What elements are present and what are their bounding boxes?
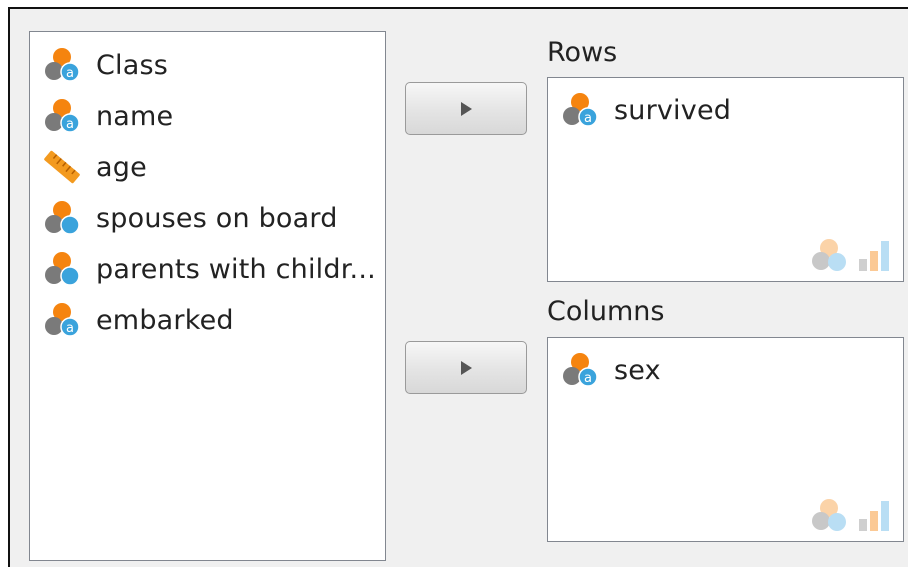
- columns-label: Columns: [547, 296, 665, 327]
- rows-list[interactable]: a survived: [547, 77, 904, 282]
- list-item[interactable]: a Class: [42, 45, 168, 85]
- numeric-bars-icon: [859, 241, 889, 271]
- list-item[interactable]: a sex: [560, 350, 661, 390]
- categorical-numeric-icon: [45, 252, 80, 286]
- list-item[interactable]: age: [42, 147, 147, 187]
- variable-label: embarked: [96, 304, 234, 336]
- categorical-icon: a: [45, 48, 80, 82]
- move-to-columns-button[interactable]: [405, 341, 527, 394]
- variable-label: survived: [614, 94, 732, 126]
- categorical-icon: a: [563, 353, 598, 387]
- accepted-types-hint: [809, 497, 893, 533]
- play-arrow-icon: [461, 101, 472, 116]
- variable-label: spouses on board: [96, 202, 338, 234]
- play-arrow-icon: [461, 360, 472, 375]
- list-item[interactable]: a survived: [560, 90, 731, 130]
- list-item[interactable]: parents with childr...: [42, 249, 376, 289]
- svg-text:a: a: [584, 371, 592, 386]
- categorical-icon: a: [45, 99, 80, 133]
- list-item[interactable]: spouses on board: [42, 198, 338, 238]
- move-to-rows-button[interactable]: [405, 82, 527, 135]
- categorical-icon: a: [563, 93, 598, 127]
- categorical-type-icon: [812, 239, 846, 271]
- categorical-icon: a: [45, 303, 80, 337]
- columns-list[interactable]: a sex: [547, 337, 904, 542]
- variable-label: Class: [96, 49, 169, 81]
- variable-label: name: [96, 100, 174, 132]
- numeric-ruler-icon: [44, 150, 80, 184]
- list-item[interactable]: a name: [42, 96, 173, 136]
- variable-label: sex: [614, 354, 661, 386]
- accepted-types-hint: [809, 237, 893, 273]
- categorical-type-icon: [812, 499, 846, 531]
- svg-text:a: a: [584, 111, 592, 126]
- variables-list[interactable]: a Class a name age spouses on board pare…: [29, 31, 386, 561]
- rows-label: Rows: [547, 37, 618, 68]
- numeric-bars-icon: [859, 501, 889, 531]
- variable-label: age: [96, 151, 147, 183]
- categorical-numeric-icon: [45, 201, 80, 235]
- svg-text:a: a: [66, 117, 74, 132]
- svg-text:a: a: [66, 321, 74, 336]
- variable-label: parents with childr...: [96, 253, 376, 285]
- svg-text:a: a: [66, 66, 74, 81]
- list-item[interactable]: a embarked: [42, 300, 234, 340]
